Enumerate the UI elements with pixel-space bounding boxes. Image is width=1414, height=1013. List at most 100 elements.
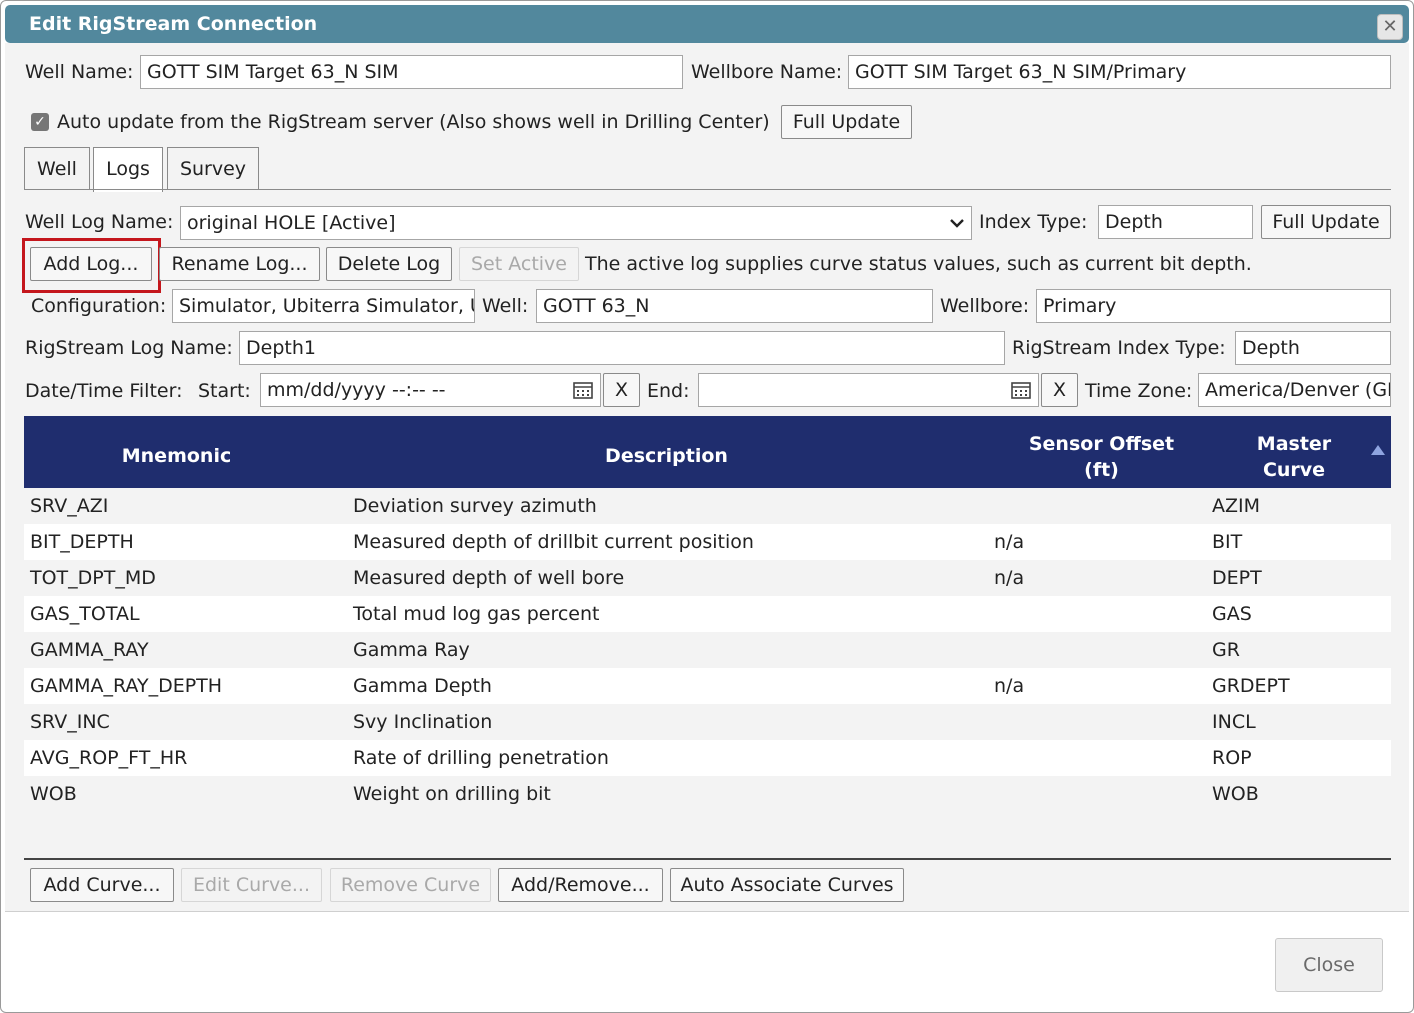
cell-mnemonic: GAMMA_RAY [30,639,149,661]
cell-mnemonic: TOT_DPT_MD [30,567,156,589]
edit-curve-button[interactable]: Edit Curve... [181,868,322,902]
full-update-button[interactable]: Full Update [781,105,912,139]
end-datetime-input[interactable] [698,373,1039,407]
table-row[interactable]: SRV_AZI Deviation survey azimuth AZIM [24,488,1391,524]
cell-description: Gamma Depth [353,675,492,697]
well-log-name-label: Well Log Name: [25,211,174,233]
set-active-button[interactable]: Set Active [459,247,579,281]
index-type-input[interactable]: Depth [1098,205,1253,239]
rigstream-index-type-input[interactable]: Depth [1235,331,1391,365]
cell-sensor-offset: n/a [994,675,1025,697]
auto-associate-curves-button[interactable]: Auto Associate Curves [670,868,904,902]
tab-logs[interactable]: Logs [93,147,163,192]
clear-start-button[interactable]: X [603,373,640,407]
table-row[interactable]: GAMMA_RAY_DEPTH Gamma Depth n/a GRDEPT [24,668,1391,704]
rigstream-log-name-label: RigStream Log Name: [25,337,233,359]
date-time-filter-label: Date/Time Filter: [25,380,183,402]
wellbore-name-label: Wellbore Name: [691,61,843,83]
configuration-input[interactable]: Simulator, Ubiterra Simulator, Ubiterra [172,289,475,323]
column-header-master-curve[interactable]: Master Curve [1199,431,1389,483]
cell-description: Weight on drilling bit [353,783,551,805]
start-datetime-input[interactable]: mm/dd/yyyy --:-- -- [260,373,601,407]
cell-description: Rate of drilling penetration [353,747,609,769]
wellbore-name-input[interactable]: GOTT SIM Target 63_N SIM/Primary [848,55,1391,89]
time-zone-input[interactable]: America/Denver (GMT-7) [1198,373,1391,407]
table-row[interactable]: AVG_ROP_FT_HR Rate of drilling penetrati… [24,740,1391,776]
rigstream-log-name-input[interactable]: Depth1 [239,331,1005,365]
cell-description: Svy Inclination [353,711,493,733]
cell-mnemonic: BIT_DEPTH [30,531,134,553]
close-button[interactable]: Close [1275,938,1383,992]
cell-mnemonic: SRV_INC [30,711,110,733]
table-row[interactable]: WOB Weight on drilling bit WOB [24,776,1391,812]
cell-master-curve: INCL [1212,711,1256,733]
auto-update-label: Auto update from the RigStream server (A… [57,111,770,133]
time-zone-label: Time Zone: [1085,380,1193,402]
cell-description: Gamma Ray [353,639,470,661]
calendar-icon[interactable] [573,381,593,399]
table-row[interactable]: BIT_DEPTH Measured depth of drillbit cur… [24,524,1391,560]
cell-mnemonic: SRV_AZI [30,495,109,517]
curve-grid-header: Mnemonic Description Sensor Offset (ft) … [24,416,1391,488]
chevron-down-icon [950,219,964,228]
calendar-icon[interactable] [1011,381,1031,399]
clear-end-button[interactable]: X [1041,373,1078,407]
table-row[interactable]: SRV_INC Svy Inclination INCL [24,704,1391,740]
start-label: Start: [198,380,251,402]
well-name-label: Well Name: [25,61,134,83]
table-row[interactable]: GAS_TOTAL Total mud log gas percent GAS [24,596,1391,632]
rigstream-index-type-label: RigStream Index Type: [1012,337,1226,359]
cell-mnemonic: GAMMA_RAY_DEPTH [30,675,223,697]
master-curve-line1: Master [1256,433,1332,455]
cell-mnemonic: WOB [30,783,77,805]
cell-sensor-offset: n/a [994,531,1025,553]
cell-description: Deviation survey azimuth [353,495,597,517]
cell-master-curve: DEPT [1212,567,1262,589]
cell-sensor-offset: n/a [994,567,1025,589]
config-well-input[interactable]: GOTT 63_N [536,289,933,323]
log-full-update-button[interactable]: Full Update [1261,205,1391,239]
tab-survey[interactable]: Survey [167,147,259,190]
column-header-mnemonic[interactable]: Mnemonic [24,443,329,469]
tab-well[interactable]: Well [24,147,90,190]
cell-master-curve: GAS [1212,603,1252,625]
tab-divider [24,189,1391,190]
cell-master-curve: ROP [1212,747,1252,769]
dialog-titlebar[interactable]: Edit RigStream Connection ✕ [5,5,1409,43]
sort-ascending-icon[interactable] [1371,445,1385,455]
close-icon[interactable]: ✕ [1377,14,1403,40]
rename-log-button[interactable]: Rename Log... [159,247,320,281]
cell-master-curve: GRDEPT [1212,675,1290,697]
column-header-sensor-offset[interactable]: Sensor Offset (ft) [1004,431,1199,483]
column-header-description[interactable]: Description [329,443,1004,469]
cell-master-curve: BIT [1212,531,1243,553]
add-remove-curves-button[interactable]: Add/Remove... [498,868,663,902]
well-name-input[interactable]: GOTT SIM Target 63_N SIM [140,55,683,89]
remove-curve-button[interactable]: Remove Curve [330,868,491,902]
add-log-highlight [22,238,161,293]
auto-update-checkbox[interactable]: ✓ [31,113,49,131]
grid-divider [24,858,1391,860]
curve-grid-body: SRV_AZI Deviation survey azimuth AZIM BI… [24,488,1391,812]
table-row[interactable]: GAMMA_RAY Gamma Ray GR [24,632,1391,668]
config-well-label: Well: [482,295,529,317]
edit-rigstream-dialog: Edit RigStream Connection ✕ Well Name: G… [0,0,1414,1013]
cell-master-curve: WOB [1212,783,1259,805]
cell-mnemonic: GAS_TOTAL [30,603,140,625]
master-curve-line2: Curve [1262,459,1326,481]
sensor-offset-line1: Sensor Offset [1028,433,1175,455]
active-log-note: The active log supplies curve status val… [585,253,1252,275]
config-wellbore-label: Wellbore: [940,295,1030,317]
cell-description: Total mud log gas percent [353,603,600,625]
table-row[interactable]: TOT_DPT_MD Measured depth of well bore n… [24,560,1391,596]
add-curve-button[interactable]: Add Curve... [30,868,174,902]
delete-log-button[interactable]: Delete Log [326,247,452,281]
cell-mnemonic: AVG_ROP_FT_HR [30,747,188,769]
configuration-label: Configuration: [31,295,167,317]
cell-master-curve: GR [1212,639,1240,661]
well-log-name-select[interactable]: original HOLE [Active] [180,206,972,240]
footer-divider [5,911,1409,912]
cell-description: Measured depth of drillbit current posit… [353,531,754,553]
dialog-title: Edit RigStream Connection [29,13,318,35]
config-wellbore-input[interactable]: Primary [1036,289,1391,323]
